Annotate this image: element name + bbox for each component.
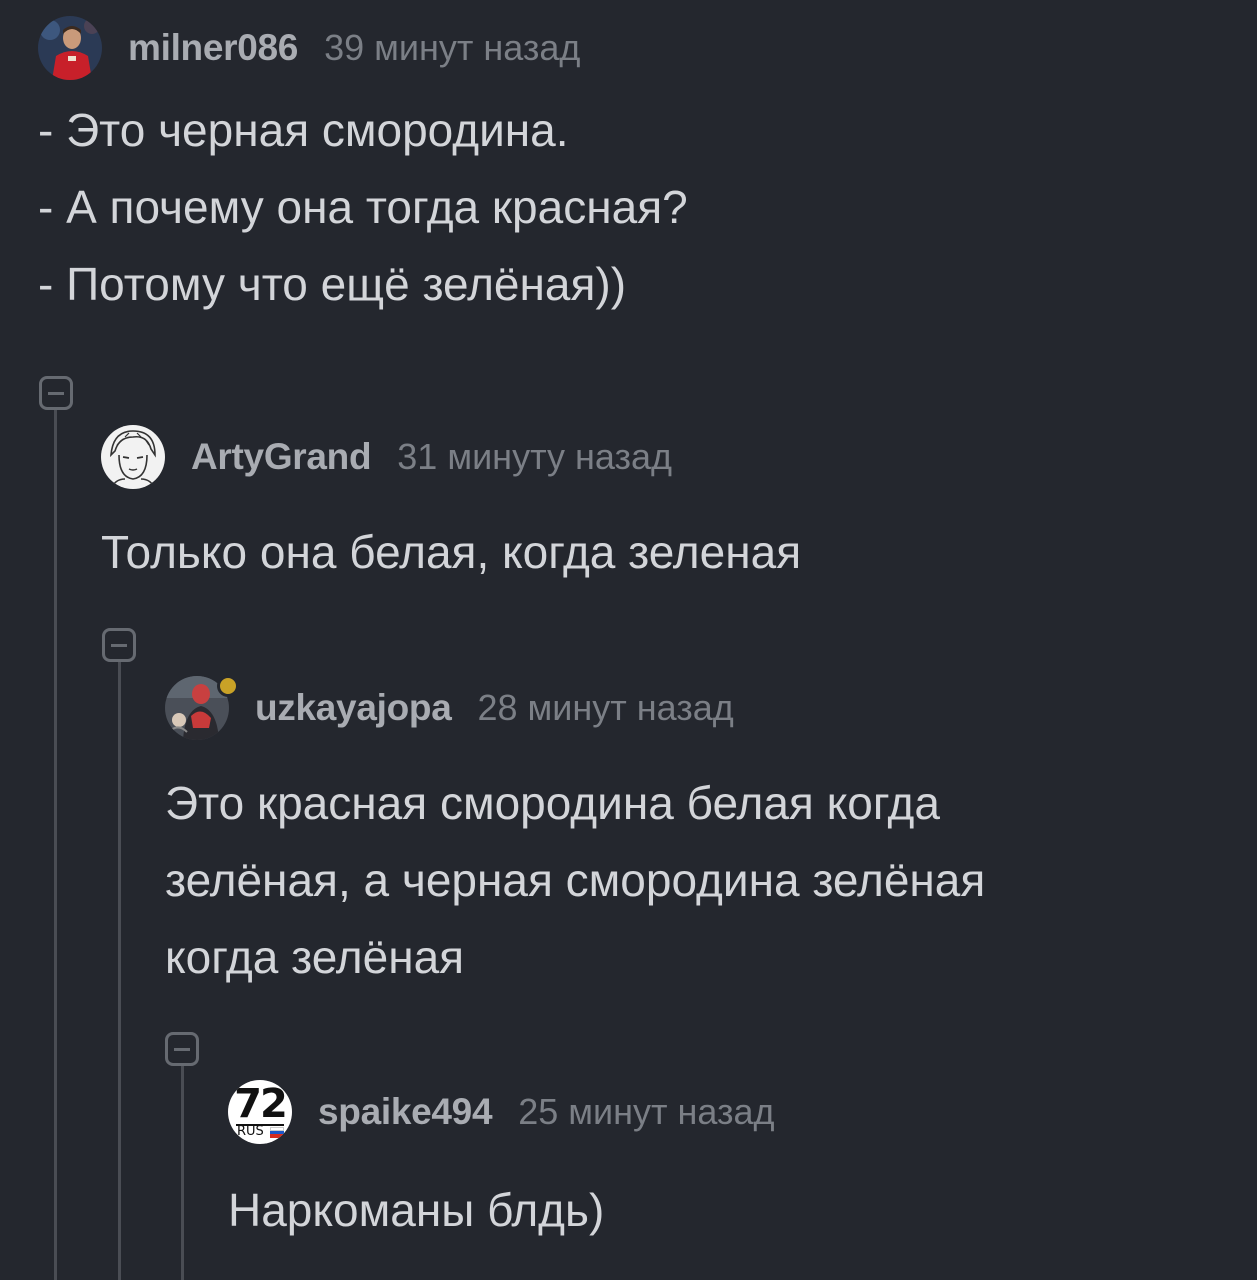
comment-text: - Это черная смородина. - А почему она т… <box>38 104 688 310</box>
comment-text: Наркоманы блдь) <box>228 1184 605 1236</box>
comment: ArtyGrand 31 минуту назад Только она бел… <box>101 425 1241 591</box>
comment-header: ArtyGrand 31 минуту назад <box>101 425 1241 489</box>
timestamp[interactable]: 25 минут назад <box>518 1091 774 1133</box>
username[interactable]: milner086 <box>128 27 298 69</box>
timestamp[interactable]: 31 минуту назад <box>397 436 672 478</box>
avatar[interactable] <box>101 425 165 489</box>
comment: 72 RUS spaike494 25 минут назад Наркоман… <box>228 1080 1248 1249</box>
comment-text: Это красная смородина белая когда зелёна… <box>165 777 986 983</box>
avatar-wrapper <box>165 675 239 740</box>
thread-line-level-2[interactable] <box>118 662 121 1280</box>
avatar-region-number: 72 <box>234 1081 288 1127</box>
collapse-thread-button-2[interactable] <box>102 628 136 662</box>
collapse-thread-button-3[interactable] <box>165 1032 199 1066</box>
timestamp[interactable]: 39 минут назад <box>324 27 580 69</box>
comment: milner086 39 минут назад - Это черная см… <box>38 16 1238 323</box>
online-status-dot <box>217 675 239 697</box>
timestamp[interactable]: 28 минут назад <box>477 687 733 729</box>
username[interactable]: uzkayajopa <box>255 687 452 729</box>
comment-text: Только она белая, когда зеленая <box>101 526 802 578</box>
comments-thread: milner086 39 минут назад - Это черная см… <box>0 0 1257 1280</box>
russia-flag-icon <box>270 1127 284 1138</box>
comment-header: uzkayajopa 28 минут назад <box>165 675 1245 740</box>
username[interactable]: spaike494 <box>318 1091 493 1133</box>
avatar[interactable]: 72 RUS <box>228 1080 292 1144</box>
avatar[interactable] <box>38 16 102 80</box>
collapse-thread-button-1[interactable] <box>39 376 73 410</box>
comment-header: 72 RUS spaike494 25 минут назад <box>228 1080 1248 1144</box>
avatar-region-code: RUS <box>237 1124 264 1139</box>
comment-header: milner086 39 минут назад <box>38 16 1238 80</box>
thread-line-level-3[interactable] <box>181 1066 184 1280</box>
thread-line-level-1[interactable] <box>54 410 57 1280</box>
comment: uzkayajopa 28 минут назад Это красная см… <box>165 675 1245 996</box>
username[interactable]: ArtyGrand <box>191 436 372 478</box>
